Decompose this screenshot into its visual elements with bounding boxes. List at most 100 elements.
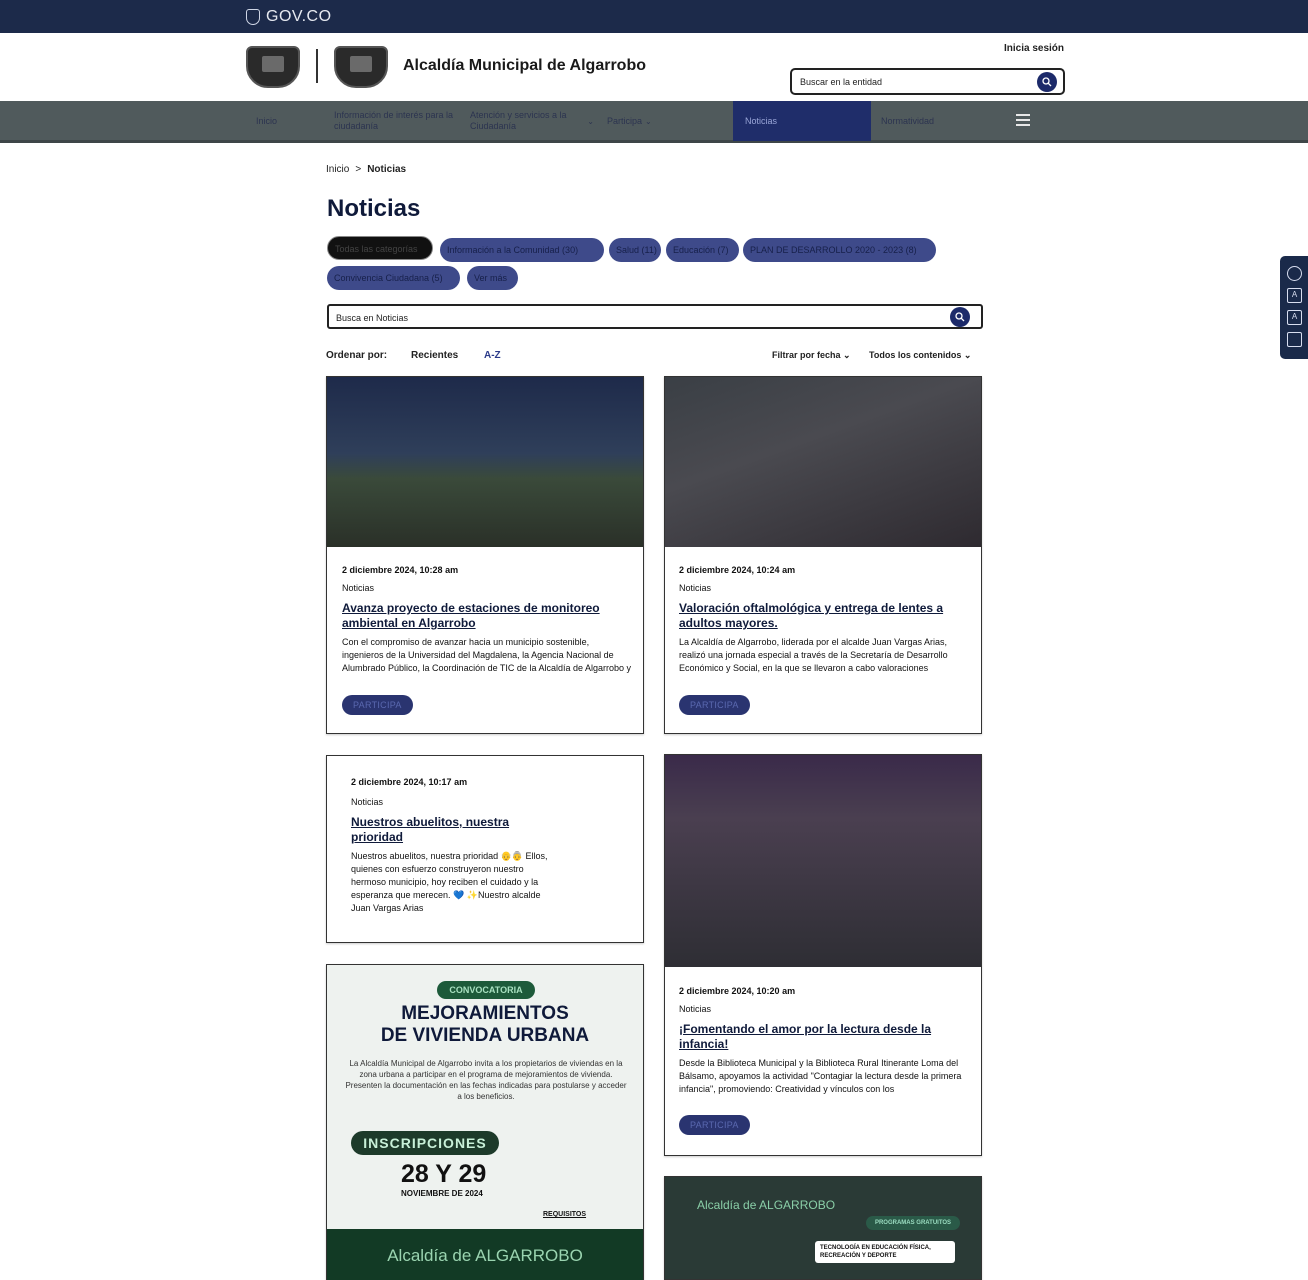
accessibility-bar: A A [1280,256,1308,359]
poster2-badge: PROGRAMAS GRATUITOS [866,1216,960,1230]
search-icon [955,312,965,322]
sort-label: Ordenar por: [326,350,388,361]
chevron-down-icon: ⌄ [963,350,972,360]
font-size-decrease-icon[interactable]: A [1287,310,1302,325]
news-card[interactable]: 2 diciembre 2024, 10:20 am Noticias ¡Fom… [664,754,982,1156]
poster-footer: Alcaldía de ALGARROBO [327,1229,643,1280]
login-link[interactable]: Inicia sesión [1004,43,1064,54]
news-card-date: 2 diciembre 2024, 10:17 am [351,777,468,787]
poster-inscriptions: INSCRIPCIONES [351,1131,499,1155]
news-card-image[interactable] [327,377,643,547]
news-card-image[interactable] [665,377,981,547]
news-search-box [327,304,983,329]
news-card-title[interactable]: Nuestros abuelitos, nuestra prioridad [351,815,551,845]
participa-button[interactable]: PARTICIPA [679,695,750,715]
logo-divider [316,49,318,83]
hamburger-menu-icon[interactable] [1016,114,1030,128]
font-size-increase-icon[interactable]: A [1287,288,1302,303]
news-card-title[interactable]: Valoración oftalmológica y entrega de le… [679,601,969,631]
chevron-down-icon: ⌄ [843,350,851,360]
site-name[interactable]: Alcaldía Municipal de Algarrobo [403,57,646,75]
breadcrumb-separator: > [355,164,362,175]
filter-date-label: Filtrar por fecha [772,350,841,360]
news-card-category: Noticias [679,1004,712,1014]
nav-item-participa[interactable]: Participa ⌄ [607,101,652,141]
news-card-title[interactable]: ¡Fomentando el amor por la lectura desde… [679,1022,974,1052]
main-nav: Inicio Información de interés para la ci… [0,101,1308,143]
govco-link[interactable]: GOV.CO [246,8,332,26]
news-card-category: Noticias [351,797,384,807]
participa-button[interactable]: PARTICIPA [679,1115,750,1135]
govco-label: GOV.CO [266,8,332,25]
nav-item-noticias[interactable]: Noticias [733,101,871,141]
nav-item-label: Normatividad [881,115,935,126]
news-card[interactable]: 2 diciembre 2024, 10:28 am Noticias Avan… [326,376,644,734]
category-chip-salud[interactable]: Salud (11) [609,238,661,262]
poster2-text: TECNOLOGÍA EN EDUCACIÓN FÍSICA, RECREACI… [815,1241,955,1263]
sort-recent-option[interactable]: Recientes [411,350,458,361]
participa-button[interactable]: PARTICIPA [342,695,413,715]
news-card-summary: La Alcaldía de Algarrobo, liderada por e… [679,637,948,673]
poster-title-line2: DE VIVIENDA URBANA [380,1025,590,1046]
poster-month: NOVIEMBRE DE 2024 [401,1189,483,1198]
poster2-brand: Alcaldía de ALGARROBO [697,1198,836,1212]
category-chip-plan-desarrollo[interactable]: PLAN DE DESARROLLO 2020 - 2023 (8) [743,238,936,262]
search-icon [1042,77,1052,87]
contrast-icon[interactable] [1287,266,1302,281]
news-card-poster[interactable]: CONVOCATORIA MEJORAMIENTOS DE VIVIENDA U… [326,964,644,1280]
news-card-image[interactable] [665,755,981,967]
news-card-category: Noticias [342,583,375,593]
site-header: Alcaldía Municipal de Algarrobo Inicia s… [0,33,1308,101]
poster-tag: CONVOCATORIA [437,981,535,999]
news-card[interactable]: 2 diciembre 2024, 10:24 am Noticias Valo… [664,376,982,734]
text-reader-icon[interactable] [1287,332,1302,347]
municipality-seal-logo[interactable] [334,46,388,88]
filter-content-dropdown[interactable]: Todos los contenidos ⌄ [869,350,971,361]
news-card-summary: Desde la Biblioteca Municipal y la Bibli… [679,1058,962,1094]
poster-title-line1: MEJORAMIENTOS [401,1003,569,1024]
news-card-summary: Nuestros abuelitos, nuestra prioridad 👴👵… [351,851,548,913]
news-search-button[interactable] [950,307,970,327]
filter-date-dropdown[interactable]: Filtrar por fecha ⌄ [772,350,851,361]
nav-item-label: Atención y servicios a la Ciudadanía [470,110,567,131]
news-card-date: 2 diciembre 2024, 10:28 am [342,565,459,575]
category-chip-educacion[interactable]: Educación (7) [666,238,739,262]
entity-search-input[interactable] [800,74,1030,90]
municipality-shield-logo[interactable] [246,46,300,88]
sort-az-option[interactable]: A-Z [484,350,501,361]
news-card-date: 2 diciembre 2024, 10:20 am [679,986,796,996]
nav-item-inicio[interactable]: Inicio [256,101,277,141]
category-chip-all[interactable]: Todas las categorías [327,236,433,260]
chevron-down-icon: ⌄ [645,116,652,126]
category-chip-informacion[interactable]: Información a la Comunidad (30) [440,238,604,262]
filter-content-label: Todos los contenidos [869,350,962,360]
breadcrumb: Inicio > Noticias [326,164,406,175]
entity-search-button[interactable] [1037,72,1057,92]
nav-item-label: Información de interés para la ciudadaní… [334,110,454,131]
page-title: Noticias [327,195,421,222]
poster-days: 28 Y 29 [401,1160,487,1188]
gov-bar: GOV.CO [0,0,1308,33]
news-card[interactable]: 2 diciembre 2024, 10:17 am Noticias Nues… [326,755,644,943]
entity-search-box [790,68,1065,95]
nav-item-normatividad[interactable]: Normatividad [881,101,934,141]
poster-requirements: REQUISITOS [543,1211,587,1218]
nav-item-label: Participa [607,115,643,126]
news-search-input[interactable] [336,310,936,325]
news-card-category: Noticias [679,583,712,593]
nav-item-label: Inicio [256,115,278,126]
category-chip-convivencia[interactable]: Convivencia Ciudadana (5) [327,266,460,290]
news-card-summary: Con el compromiso de avanzar hacia un mu… [342,637,632,673]
poster-body: La Alcaldía Municipal de Algarrobo invit… [345,1059,627,1101]
news-card-date: 2 diciembre 2024, 10:24 am [679,565,796,575]
nav-item-atencion[interactable]: Atención y servicios a la Ciudadanía ⌄ [470,101,594,141]
nav-item-informacion[interactable]: Información de interés para la ciudadaní… [334,101,458,141]
nav-item-label: Noticias [745,115,778,126]
breadcrumb-current: Noticias [367,164,407,175]
news-card-poster[interactable]: Alcaldía de ALGARROBO PROGRAMAS GRATUITO… [664,1176,982,1280]
govco-shield-icon [246,9,260,25]
category-chip-ver-mas[interactable]: Ver más [467,266,518,290]
breadcrumb-home[interactable]: Inicio [326,164,349,175]
chevron-down-icon: ⌄ [587,116,594,126]
news-card-title[interactable]: Avanza proyecto de estaciones de monitor… [342,601,632,631]
